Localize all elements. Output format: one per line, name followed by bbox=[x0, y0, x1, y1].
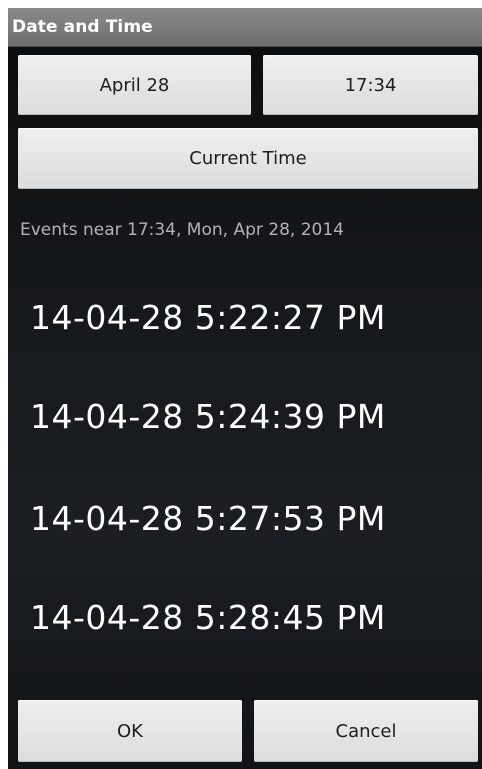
event-item[interactable]: 14-04-28 5:27:53 PM bbox=[30, 499, 386, 538]
event-item[interactable]: 14-04-28 5:28:45 PM bbox=[30, 598, 386, 637]
event-item[interactable]: 14-04-28 5:24:39 PM bbox=[30, 397, 386, 436]
date-button[interactable]: April 28 bbox=[18, 55, 251, 115]
event-item[interactable]: 14-04-28 5:22:27 PM bbox=[30, 298, 386, 337]
date-time-dialog: Date and Time April 28 17:34 Current Tim… bbox=[8, 8, 482, 769]
events-near-label: Events near 17:34, Mon, Apr 28, 2014 bbox=[20, 220, 344, 240]
dialog-title: Date and Time bbox=[12, 17, 153, 37]
current-time-button[interactable]: Current Time bbox=[18, 128, 478, 189]
cancel-button[interactable]: Cancel bbox=[254, 700, 478, 762]
dialog-title-bar: Date and Time bbox=[8, 8, 482, 47]
time-button[interactable]: 17:34 bbox=[263, 55, 478, 115]
ok-button[interactable]: OK bbox=[18, 700, 242, 762]
